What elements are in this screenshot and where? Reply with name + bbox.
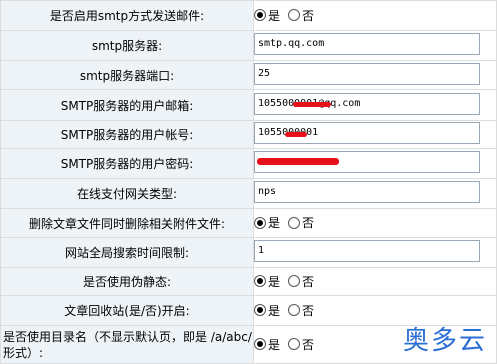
directory-name-no-option[interactable]: 否	[288, 336, 314, 353]
radio-yes-selected[interactable]	[254, 9, 266, 22]
recycle-bin-radio-group: 是 否	[254, 302, 320, 319]
row-search-time-limit: 网站全局搜索时间限制: 1	[0, 237, 497, 268]
row-smtp-enable: 是否启用smtp方式发送邮件: 是 否	[0, 0, 497, 31]
settings-table: 是否启用smtp方式发送邮件: 是 否 smtp服务器: smtp.qq.com…	[0, 0, 497, 364]
row-smtp-user-password: SMTP服务器的用户密码: **********	[0, 148, 497, 179]
smtp-user-password-input[interactable]: **********	[254, 151, 480, 173]
radio-no[interactable]	[288, 304, 301, 317]
label-recycle-bin: 文章回收站(是/否)开启:	[0, 295, 254, 326]
row-smtp-port: smtp服务器端口: 25	[0, 60, 497, 90]
directory-name-yes-option[interactable]: 是	[254, 336, 280, 353]
row-payment-gateway: 在线支付网关类型: nps	[0, 178, 497, 209]
smtp-server-input[interactable]: smtp.qq.com	[254, 33, 480, 55]
search-time-limit-input[interactable]: 1	[254, 240, 480, 262]
delete-attachments-yes-option[interactable]: 是	[254, 214, 280, 231]
recycle-bin-no-option[interactable]: 否	[288, 302, 314, 319]
label-smtp-user-account: SMTP服务器的用户帐号:	[0, 120, 254, 149]
watermark-logo: 奥多云	[402, 326, 487, 356]
smtp-enable-yes-option[interactable]: 是	[254, 7, 280, 24]
radio-yes-selected[interactable]	[254, 304, 266, 317]
radio-yes-selected[interactable]	[254, 216, 266, 229]
smtp-user-account-input[interactable]: 1055000001	[254, 122, 480, 144]
redaction-mark	[285, 132, 307, 137]
label-smtp-user-password: SMTP服务器的用户密码:	[0, 148, 254, 179]
delete-attachments-radio-group: 是 否	[254, 214, 320, 231]
redaction-mark	[257, 158, 339, 165]
label-smtp-server: smtp服务器:	[0, 30, 254, 61]
redaction-mark	[293, 101, 331, 107]
row-pseudo-static: 是否使用伪静态: 是 否	[0, 267, 497, 296]
smtp-enable-radio-group: 是 否	[254, 7, 320, 24]
radio-no[interactable]	[288, 275, 301, 288]
label-directory-name: 是否使用目录名（不显示默认页，即是 /a/abc/ 形式）:	[0, 325, 254, 364]
label-smtp-port: smtp服务器端口:	[0, 60, 254, 90]
recycle-bin-yes-option[interactable]: 是	[254, 302, 280, 319]
smtp-port-input[interactable]: 25	[254, 62, 480, 85]
row-smtp-server: smtp服务器: smtp.qq.com	[0, 30, 497, 61]
row-delete-attachments: 删除文章文件同时删除相关附件文件: 是 否	[0, 208, 497, 238]
row-smtp-user-account: SMTP服务器的用户帐号: 1055000001	[0, 120, 497, 149]
directory-name-radio-group: 是 否	[254, 336, 320, 353]
smtp-enable-no-option[interactable]: 否	[288, 7, 314, 24]
payment-gateway-input[interactable]: nps	[254, 181, 480, 203]
label-search-time-limit: 网站全局搜索时间限制:	[0, 237, 254, 268]
pseudo-static-yes-option[interactable]: 是	[254, 273, 280, 290]
label-delete-attachments: 删除文章文件同时删除相关附件文件:	[0, 208, 254, 238]
radio-yes-selected[interactable]	[254, 275, 266, 288]
label-smtp-enable: 是否启用smtp方式发送邮件:	[0, 0, 254, 31]
pseudo-static-radio-group: 是 否	[254, 273, 320, 290]
smtp-user-email-input[interactable]: 1055000001@qq.com	[254, 92, 480, 115]
radio-no[interactable]	[288, 338, 301, 351]
radio-yes-selected[interactable]	[254, 338, 266, 351]
delete-attachments-no-option[interactable]: 否	[288, 214, 314, 231]
radio-no[interactable]	[288, 216, 301, 229]
label-payment-gateway: 在线支付网关类型:	[0, 178, 254, 209]
radio-no[interactable]	[288, 9, 301, 22]
row-smtp-user-email: SMTP服务器的用户邮箱: 1055000001@qq.com	[0, 89, 497, 121]
pseudo-static-no-option[interactable]: 否	[288, 273, 314, 290]
label-pseudo-static: 是否使用伪静态:	[0, 267, 254, 296]
label-smtp-user-email: SMTP服务器的用户邮箱:	[0, 89, 254, 121]
